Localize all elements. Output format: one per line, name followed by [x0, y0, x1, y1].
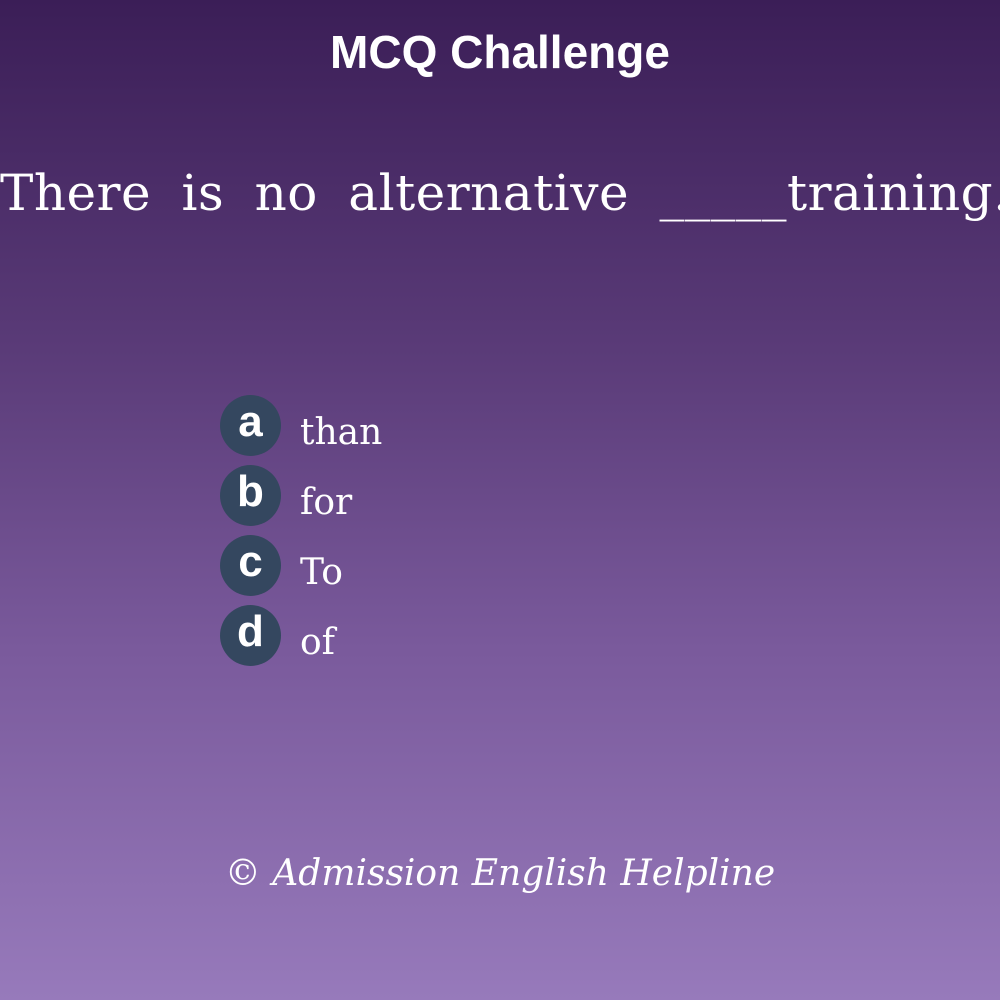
copyright-footer: © Admission English Helpline: [224, 853, 776, 894]
option-letter-badge: a: [220, 394, 281, 456]
option-b[interactable]: b for: [220, 460, 382, 530]
option-letter-badge: b: [220, 464, 281, 526]
option-label: To: [300, 551, 343, 593]
options-list: a than b for c To d of: [220, 390, 382, 670]
option-label: than: [300, 411, 383, 453]
option-c[interactable]: c To: [220, 530, 382, 600]
question-text: There is no alternative _____training.: [0, 164, 1000, 222]
option-d[interactable]: d of: [220, 600, 382, 670]
option-label: of: [300, 621, 335, 663]
option-a[interactable]: a than: [220, 390, 382, 460]
option-letter-badge: c: [220, 534, 281, 596]
option-label: for: [300, 481, 353, 523]
page-title: MCQ Challenge: [330, 26, 670, 78]
option-letter-badge: d: [220, 604, 281, 666]
